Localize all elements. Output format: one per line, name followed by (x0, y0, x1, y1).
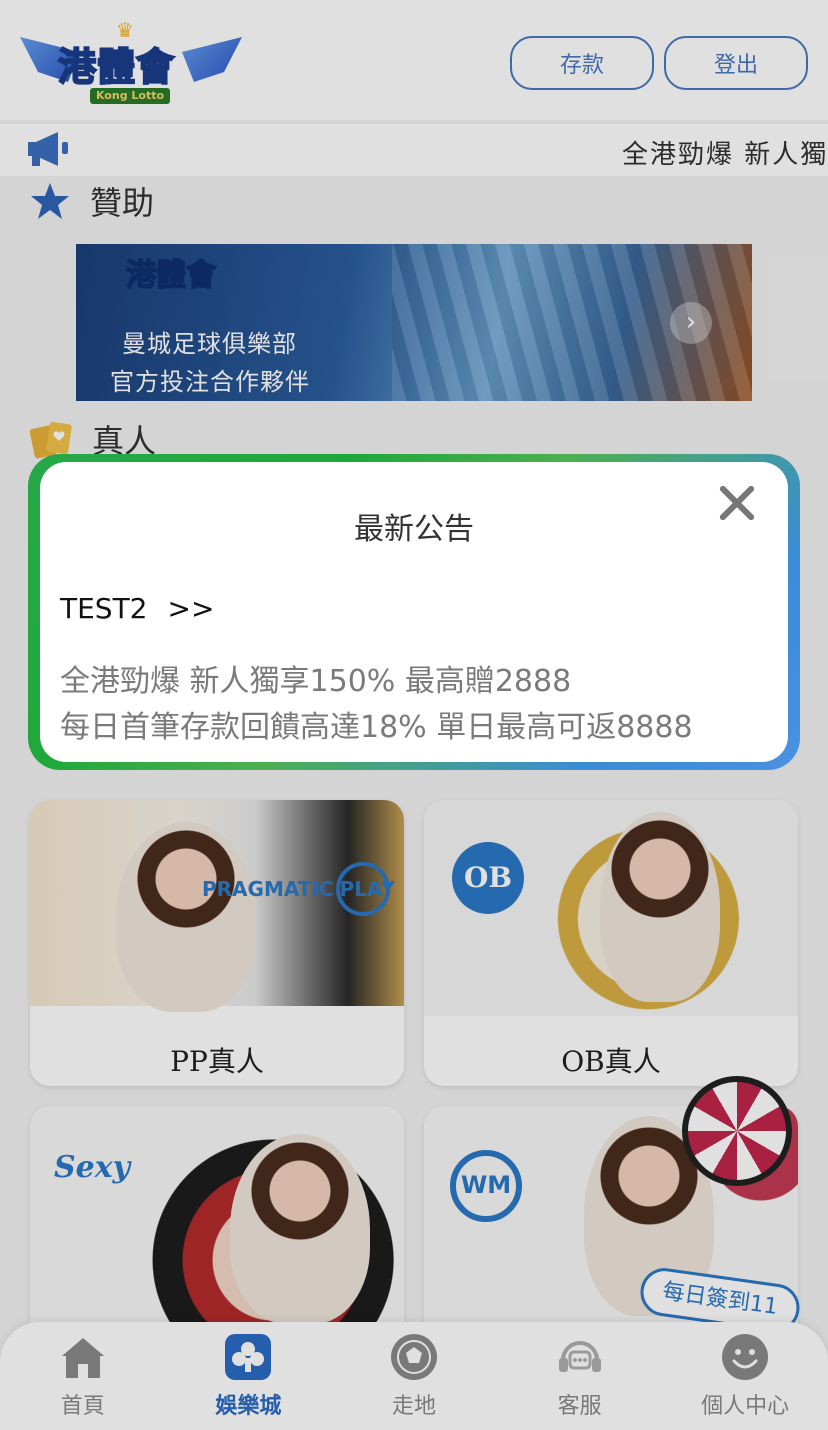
notice-title: TEST2 (60, 592, 148, 625)
notice-line-2: 每日首筆存款回饋高達18% 單日最高可返8888 (60, 710, 693, 745)
announcement-modal: 最新公告 TEST2 >> 全港勁爆 新人獨享150% 最高贈2888 每日首筆存… (40, 462, 788, 762)
close-icon[interactable] (716, 482, 758, 524)
modal-title: 最新公告 (354, 512, 474, 547)
notice-item-link[interactable]: TEST2 >> (60, 592, 214, 625)
notice-arrow: >> (167, 592, 215, 625)
notice-line-1: 全港勁爆 新人獨享150% 最高贈2888 (60, 664, 572, 699)
